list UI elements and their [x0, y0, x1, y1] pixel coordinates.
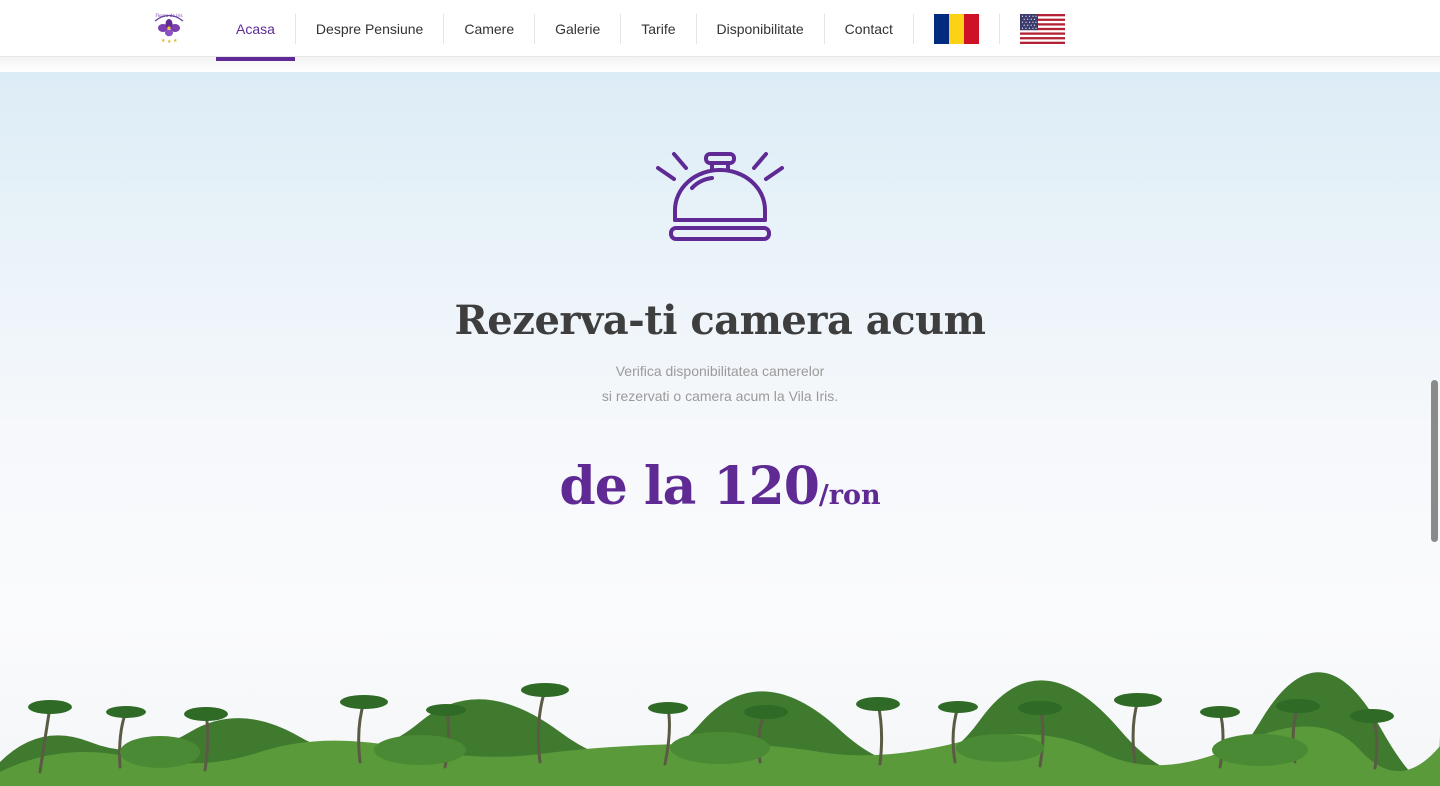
nav-item-galerie[interactable]: Galerie [535, 0, 620, 57]
nav-item-acasa[interactable]: Acasa [216, 0, 295, 61]
nav-item-label: Tarife [641, 20, 676, 37]
hero-subtitle-line: si rezervati o camera acum la Vila Iris. [601, 388, 839, 404]
hero-subtitle-line: Verifica disponibilitatea camerelor [615, 363, 825, 379]
price-unit: /ron [818, 480, 881, 511]
nav-item-label: Camere [464, 20, 515, 37]
price-value: 120 [713, 456, 820, 517]
romania-flag-icon [933, 13, 979, 44]
nav-item-label: Disponibilitate [716, 20, 804, 37]
nav-item-label: Acasa [236, 20, 275, 37]
nav-item-label: Galerie [555, 20, 601, 37]
iris-flower-logo-icon: Floare de Iris ★ ★ ★ [154, 13, 184, 45]
language-romanian-button[interactable] [914, 0, 999, 57]
page-scrollbar[interactable] [1431, 380, 1438, 542]
price-prefix: de la [559, 456, 696, 517]
hero-title: Rezerva-ti camera acum [454, 297, 986, 344]
usa-flag-icon [1019, 13, 1065, 44]
site-logo[interactable]: Floare de Iris ★ ★ ★ [150, 8, 188, 46]
nav-item-camere[interactable]: Camere [444, 0, 534, 57]
starting-price: de la 120/ron [0, 456, 1440, 517]
svg-text:★: ★ [167, 39, 172, 45]
main-nav: Acasa Despre Pensiune Camere Galerie Tar… [216, 0, 1085, 61]
nav-item-contact[interactable]: Contact [825, 0, 913, 57]
svg-text:★: ★ [161, 38, 166, 44]
booking-hero: Rezerva-ti camera acum Verifica disponib… [0, 72, 1440, 786]
language-english-button[interactable] [1000, 0, 1085, 57]
reception-bell-icon [656, 152, 784, 241]
nav-item-label: Despre Pensiune [315, 20, 424, 37]
nav-item-despre-pensiune[interactable]: Despre Pensiune [296, 0, 443, 57]
svg-text:★: ★ [173, 38, 178, 44]
logo-text: Floare de Iris [155, 13, 182, 18]
nav-item-disponibilitate[interactable]: Disponibilitate [697, 0, 824, 57]
hero-subtitle: Verifica disponibilitatea camerelor si r… [0, 359, 1440, 409]
nav-item-label: Contact [844, 20, 893, 37]
nav-item-tarife[interactable]: Tarife [621, 0, 695, 57]
palm-trees-background-image [0, 612, 1440, 786]
site-header: Floare de Iris ★ ★ ★ Acasa Despre Pensiu… [0, 0, 1440, 61]
